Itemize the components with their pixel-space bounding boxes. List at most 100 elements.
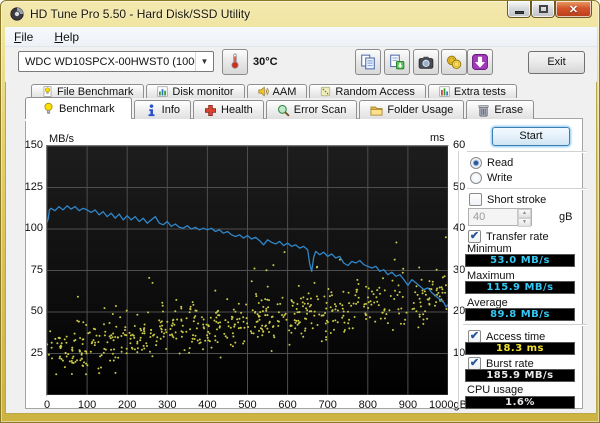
write-radio-row[interactable]: Write (470, 172, 512, 184)
burst-rate-label: Burst rate (486, 358, 534, 370)
tab-label: Extra tests (454, 86, 506, 98)
short-stroke-label: Short stroke (487, 194, 546, 206)
access-time-value: 18.3 ms (465, 342, 575, 355)
temperature-button[interactable] (222, 49, 248, 75)
random-access-icon (320, 86, 331, 97)
menu-bar: File Help (5, 27, 597, 47)
menu-file[interactable]: File (5, 27, 42, 44)
burst-rate-value: 185.9 MB/s (465, 369, 575, 382)
tab-row-secondary: File Benchmark Disk monitor AAM Random Acce… (31, 84, 517, 98)
window-title: HD Tune Pro 5.50 - Hard Disk/SSD Utility (30, 7, 250, 21)
screenshot-button[interactable] (413, 49, 439, 75)
transfer-rate-row[interactable]: ✔ Transfer rate (468, 230, 549, 243)
tab-label: AAM (273, 86, 297, 98)
transfer-rate-checkbox[interactable]: ✔ (468, 230, 481, 243)
register-icon (446, 54, 462, 70)
stepper-arrows[interactable]: ▲▼ (517, 209, 531, 225)
average-value: 89.8 MB/s (465, 308, 575, 321)
stepper-up-icon[interactable]: ▲ (518, 209, 531, 218)
menu-help[interactable]: Help (45, 27, 88, 44)
tab-label: Folder Usage (387, 104, 453, 116)
drive-selector[interactable]: WDC WD10SPCX-00HWST0 (1000 gB) ▼ (18, 51, 214, 72)
minimize-icon (515, 11, 524, 14)
tick-label: 60 (453, 139, 493, 151)
tab-label: File Benchmark (57, 86, 133, 98)
update-icon (472, 54, 488, 70)
read-radio[interactable] (470, 157, 482, 169)
capacity-value: 40 (469, 209, 517, 225)
tick-label: 75 (15, 264, 43, 276)
tab-label: Disk monitor (172, 86, 233, 98)
chevron-down-icon: ▼ (195, 52, 213, 71)
cpu-usage-label: CPU usage (467, 384, 523, 396)
short-stroke-checkbox[interactable] (469, 193, 482, 206)
short-stroke-row[interactable]: Short stroke (469, 193, 546, 206)
tab-label: Random Access (335, 86, 414, 98)
minimum-value: 53.0 MB/s (465, 254, 575, 267)
transfer-rate-label: Transfer rate (486, 231, 549, 243)
tick-label: 125 (15, 181, 43, 193)
vertical-separator (458, 151, 460, 408)
benchmark-plot (46, 145, 449, 396)
tab-aam[interactable]: AAM (247, 84, 308, 98)
separator (463, 324, 587, 326)
read-radio-row[interactable]: Read (470, 157, 513, 169)
disk-monitor-icon (157, 86, 168, 97)
tab-row-primary: Benchmark Info Health Error Scan Folder Usag… (25, 97, 534, 119)
tick-label: 150 (15, 139, 43, 151)
title-bar[interactable]: HD Tune Pro 5.50 - Hard Disk/SSD Utility… (1, 1, 599, 27)
tab-erase[interactable]: Erase (466, 100, 534, 119)
register-button[interactable] (441, 49, 467, 75)
capacity-unit: gB (559, 211, 572, 223)
tab-info[interactable]: Info (134, 100, 191, 119)
read-radio-label: Read (487, 157, 513, 169)
tab-label: Benchmark (59, 103, 115, 115)
access-time-label: Access time (486, 331, 545, 343)
screenshot-icon (418, 54, 434, 70)
app-window: HD Tune Pro 5.50 - Hard Disk/SSD Utility… (0, 0, 600, 423)
tab-label: Health (221, 104, 253, 116)
capacity-stepper[interactable]: 40 ▲▼ (468, 208, 532, 226)
write-radio[interactable] (470, 172, 482, 184)
error-scan-icon (277, 104, 290, 117)
drive-selector-value: WDC WD10SPCX-00HWST0 (1000 gB) (19, 56, 195, 68)
maximize-icon (539, 5, 548, 13)
temperature-value: 30°C (253, 56, 278, 68)
tab-health[interactable]: Health (193, 100, 264, 119)
save-report-button[interactable] (384, 49, 410, 75)
tab-benchmark[interactable]: Benchmark (25, 97, 132, 119)
y-left-axis-label: MB/s (49, 133, 74, 145)
aam-icon (258, 86, 269, 97)
tab-label: Erase (494, 104, 523, 116)
separator (467, 151, 587, 153)
tab-disk-monitor[interactable]: Disk monitor (146, 84, 244, 98)
file-benchmark-icon (42, 86, 53, 97)
health-icon (204, 104, 217, 117)
tick-label: 50 (15, 305, 43, 317)
info-icon (145, 104, 158, 117)
separator (467, 188, 587, 190)
close-icon: ✕ (569, 3, 578, 16)
cpu-usage-value: 1.6% (465, 396, 575, 409)
tab-random-access[interactable]: Random Access (309, 84, 425, 98)
close-button[interactable]: ✕ (555, 1, 592, 18)
extra-tests-icon (439, 86, 450, 97)
update-button[interactable] (467, 49, 493, 75)
exit-button[interactable]: Exit (528, 51, 585, 74)
benchmark-icon (42, 102, 55, 115)
tab-folder-usage[interactable]: Folder Usage (359, 100, 464, 119)
folder-usage-icon (370, 104, 383, 117)
maximize-button[interactable] (531, 1, 555, 18)
copy-button[interactable] (355, 49, 381, 75)
y-right-axis-label: ms (430, 132, 445, 144)
tick-label: 25 (15, 347, 43, 359)
stepper-down-icon[interactable]: ▼ (518, 218, 531, 227)
write-radio-label: Write (487, 172, 512, 184)
start-button[interactable]: Start (492, 127, 570, 146)
minimize-button[interactable] (507, 1, 531, 18)
tab-file-benchmark[interactable]: File Benchmark (31, 84, 144, 98)
tab-label: Info (162, 104, 180, 116)
tab-error-scan[interactable]: Error Scan (266, 100, 358, 119)
erase-icon (477, 104, 490, 117)
tab-extra-tests[interactable]: Extra tests (428, 84, 517, 98)
